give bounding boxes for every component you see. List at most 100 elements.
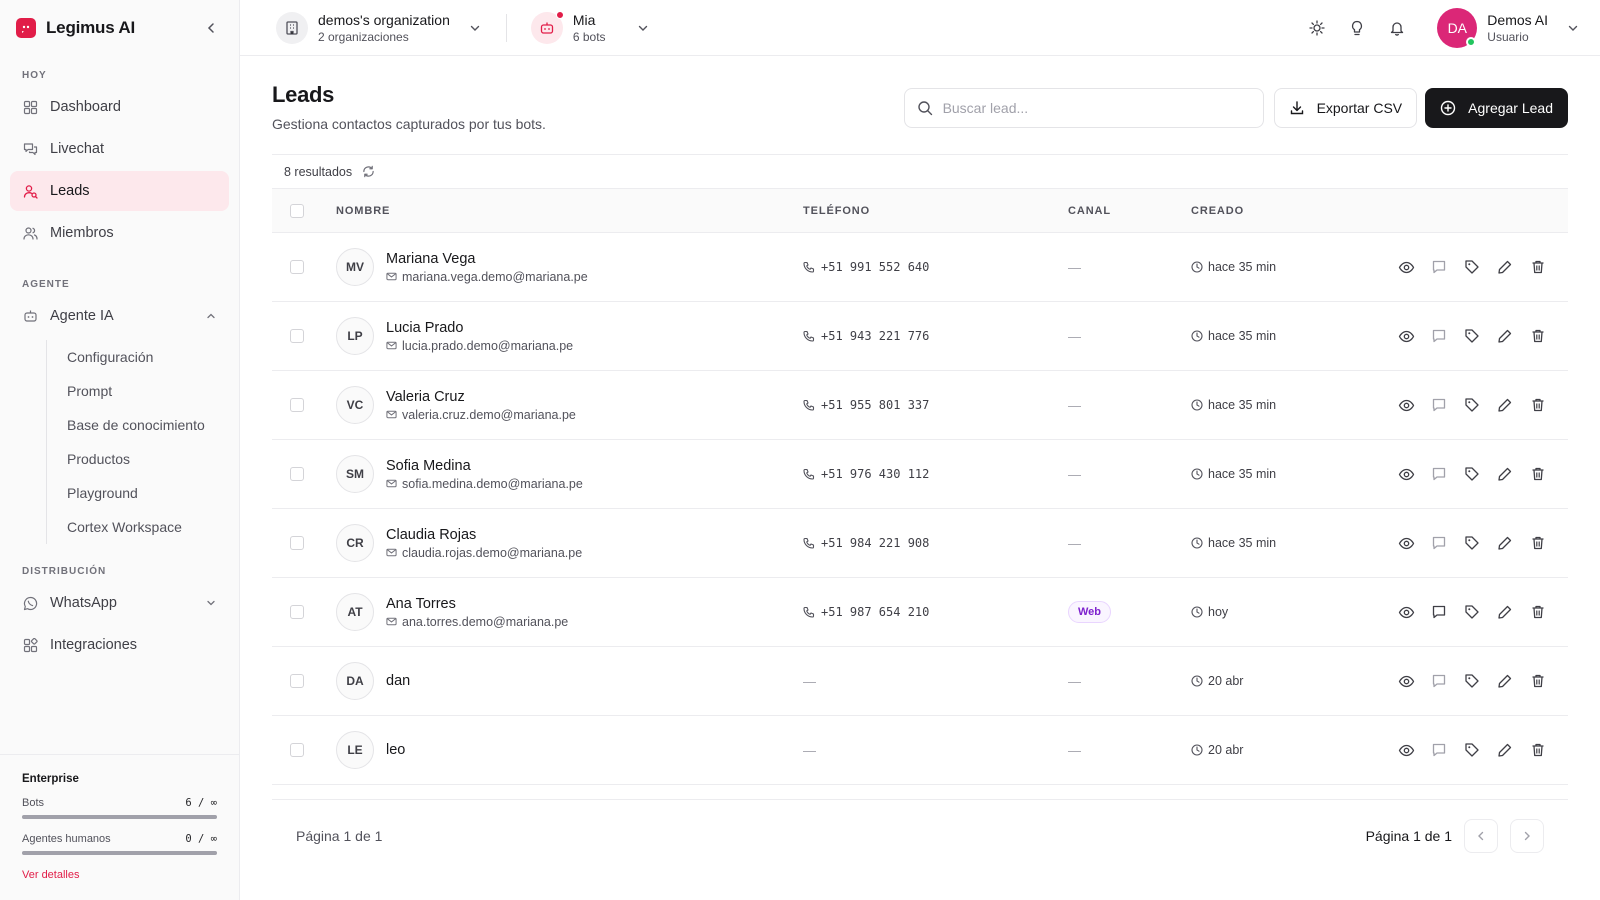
eye-lead-button[interactable]	[1396, 602, 1416, 622]
message-lead-button[interactable]	[1429, 257, 1449, 277]
tag-lead-button[interactable]	[1462, 257, 1482, 277]
pencil-lead-button[interactable]	[1495, 257, 1515, 277]
sidebar-item-agente-ia[interactable]: Agente IA	[10, 296, 229, 336]
column-header-created[interactable]: CREADO	[1191, 205, 1391, 217]
submenu-item-playground[interactable]: Playground	[47, 476, 239, 510]
message-lead-button[interactable]	[1429, 602, 1449, 622]
plan-usage-panel: Enterprise Bots 6 / ∞ Agentes humanos 0 …	[0, 754, 239, 900]
phone-icon	[803, 537, 815, 549]
tag-lead-button[interactable]	[1462, 533, 1482, 553]
notifications-button[interactable]	[1381, 12, 1413, 44]
row-checkbox[interactable]	[290, 260, 304, 274]
trash-icon	[1532, 467, 1544, 481]
row-checkbox[interactable]	[290, 329, 304, 343]
download-icon	[1290, 101, 1303, 115]
eye-lead-button[interactable]	[1396, 326, 1416, 346]
column-header-phone[interactable]: TELÉFONO	[803, 205, 1068, 217]
submenu-item-configuracion[interactable]: Configuración	[47, 340, 239, 374]
pencil-lead-button[interactable]	[1495, 326, 1515, 346]
tag-lead-button[interactable]	[1462, 602, 1482, 622]
pencil-lead-button[interactable]	[1495, 533, 1515, 553]
column-header-channel[interactable]: CANAL	[1068, 205, 1191, 217]
user-menu[interactable]: DA Demos AI Usuario	[1437, 7, 1580, 48]
message-lead-button[interactable]	[1429, 533, 1449, 553]
plan-details-link[interactable]: Ver detalles	[22, 869, 217, 881]
trash-lead-button[interactable]	[1528, 740, 1548, 760]
tag-lead-button[interactable]	[1462, 671, 1482, 691]
trash-lead-button[interactable]	[1528, 326, 1548, 346]
message-lead-button[interactable]	[1429, 326, 1449, 346]
select-all-checkbox[interactable]	[290, 203, 304, 218]
trash-lead-button[interactable]	[1528, 671, 1548, 691]
message-icon	[1432, 605, 1446, 619]
chevron-left-icon	[1478, 831, 1484, 840]
previous-page-button[interactable]	[1464, 818, 1498, 853]
lead-phone-cell: +51 984 221 908	[803, 536, 1068, 550]
table-row[interactable]: AT Ana Torres ana.torres.demo@mariana.pe +5…	[272, 578, 1568, 647]
sidebar-item-integraciones[interactable]: Integraciones	[10, 625, 229, 665]
add-lead-button[interactable]: Agregar Lead	[1425, 88, 1568, 128]
collapse-sidebar-button[interactable]	[199, 16, 223, 40]
submenu-item-prompt[interactable]: Prompt	[47, 374, 239, 408]
table-row[interactable]: MV Mariana Vega mariana.vega.demo@mariana.…	[272, 233, 1568, 302]
sidebar-item-leads[interactable]: Leads	[10, 171, 229, 211]
tips-button[interactable]	[1341, 12, 1373, 44]
table-row[interactable]: CR Claudia Rojas claudia.rojas.demo@marian…	[272, 509, 1568, 578]
tag-lead-button[interactable]	[1462, 395, 1482, 415]
pencil-lead-button[interactable]	[1495, 602, 1515, 622]
row-checkbox[interactable]	[290, 398, 304, 412]
eye-lead-button[interactable]	[1396, 464, 1416, 484]
pencil-lead-button[interactable]	[1495, 740, 1515, 760]
sidebar-item-livechat[interactable]: Livechat	[10, 129, 229, 169]
eye-lead-button[interactable]	[1396, 395, 1416, 415]
trash-lead-button[interactable]	[1528, 257, 1548, 277]
eye-lead-button[interactable]	[1396, 257, 1416, 277]
org-switcher[interactable]: demos's organization 2 organizaciones	[276, 11, 482, 44]
table-row[interactable]: SM Sofia Medina sofia.medina.demo@mariana.…	[272, 440, 1568, 509]
eye-lead-button[interactable]	[1396, 671, 1416, 691]
trash-lead-button[interactable]	[1528, 395, 1548, 415]
tag-lead-button[interactable]	[1462, 326, 1482, 346]
submenu-item-productos[interactable]: Productos	[47, 442, 239, 476]
message-lead-button[interactable]	[1429, 740, 1449, 760]
table-row[interactable]: LE leo — — 20 abr	[272, 716, 1568, 785]
trash-lead-button[interactable]	[1528, 464, 1548, 484]
message-lead-button[interactable]	[1429, 671, 1449, 691]
column-header-name[interactable]: NOMBRE	[336, 205, 803, 217]
pencil-lead-button[interactable]	[1495, 464, 1515, 484]
next-page-button[interactable]	[1510, 818, 1544, 853]
message-lead-button[interactable]	[1429, 395, 1449, 415]
plan-bots-bar-fill	[22, 815, 217, 819]
tag-lead-button[interactable]	[1462, 464, 1482, 484]
sidebar-item-whatsapp[interactable]: WhatsApp	[10, 583, 229, 623]
bot-switcher[interactable]: Mia 6 bots	[530, 10, 650, 44]
refresh-button[interactable]	[362, 165, 375, 178]
chevron-right-icon	[1524, 831, 1530, 840]
eye-icon	[1398, 261, 1414, 273]
table-row[interactable]: DA dan — — 20 abr	[272, 647, 1568, 716]
submenu-item-base-conocimiento[interactable]: Base de conocimiento	[47, 408, 239, 442]
message-lead-button[interactable]	[1429, 464, 1449, 484]
pencil-lead-button[interactable]	[1495, 671, 1515, 691]
search-input[interactable]	[942, 100, 1251, 116]
row-checkbox[interactable]	[290, 467, 304, 481]
submenu-item-cortex-workspace[interactable]: Cortex Workspace	[47, 510, 239, 544]
sidebar-item-miembros[interactable]: Miembros	[10, 213, 229, 253]
eye-lead-button[interactable]	[1396, 533, 1416, 553]
row-checkbox[interactable]	[290, 743, 304, 757]
row-checkbox[interactable]	[290, 674, 304, 688]
table-row[interactable]: VC Valeria Cruz valeria.cruz.demo@mariana.…	[272, 371, 1568, 440]
export-csv-button[interactable]: Exportar CSV	[1273, 88, 1418, 128]
tag-lead-button[interactable]	[1462, 740, 1482, 760]
table-row[interactable]: LP Lucia Prado lucia.prado.demo@mariana.pe…	[272, 302, 1568, 371]
trash-lead-button[interactable]	[1528, 533, 1548, 553]
eye-icon	[1398, 537, 1414, 549]
sidebar-item-dashboard[interactable]: Dashboard	[10, 87, 229, 127]
pencil-lead-button[interactable]	[1495, 395, 1515, 415]
row-checkbox[interactable]	[290, 536, 304, 550]
trash-lead-button[interactable]	[1528, 602, 1548, 622]
row-checkbox[interactable]	[290, 605, 304, 619]
eye-lead-button[interactable]	[1396, 740, 1416, 760]
theme-toggle-button[interactable]	[1301, 12, 1333, 44]
plan-humans-bar-fill	[22, 851, 217, 855]
